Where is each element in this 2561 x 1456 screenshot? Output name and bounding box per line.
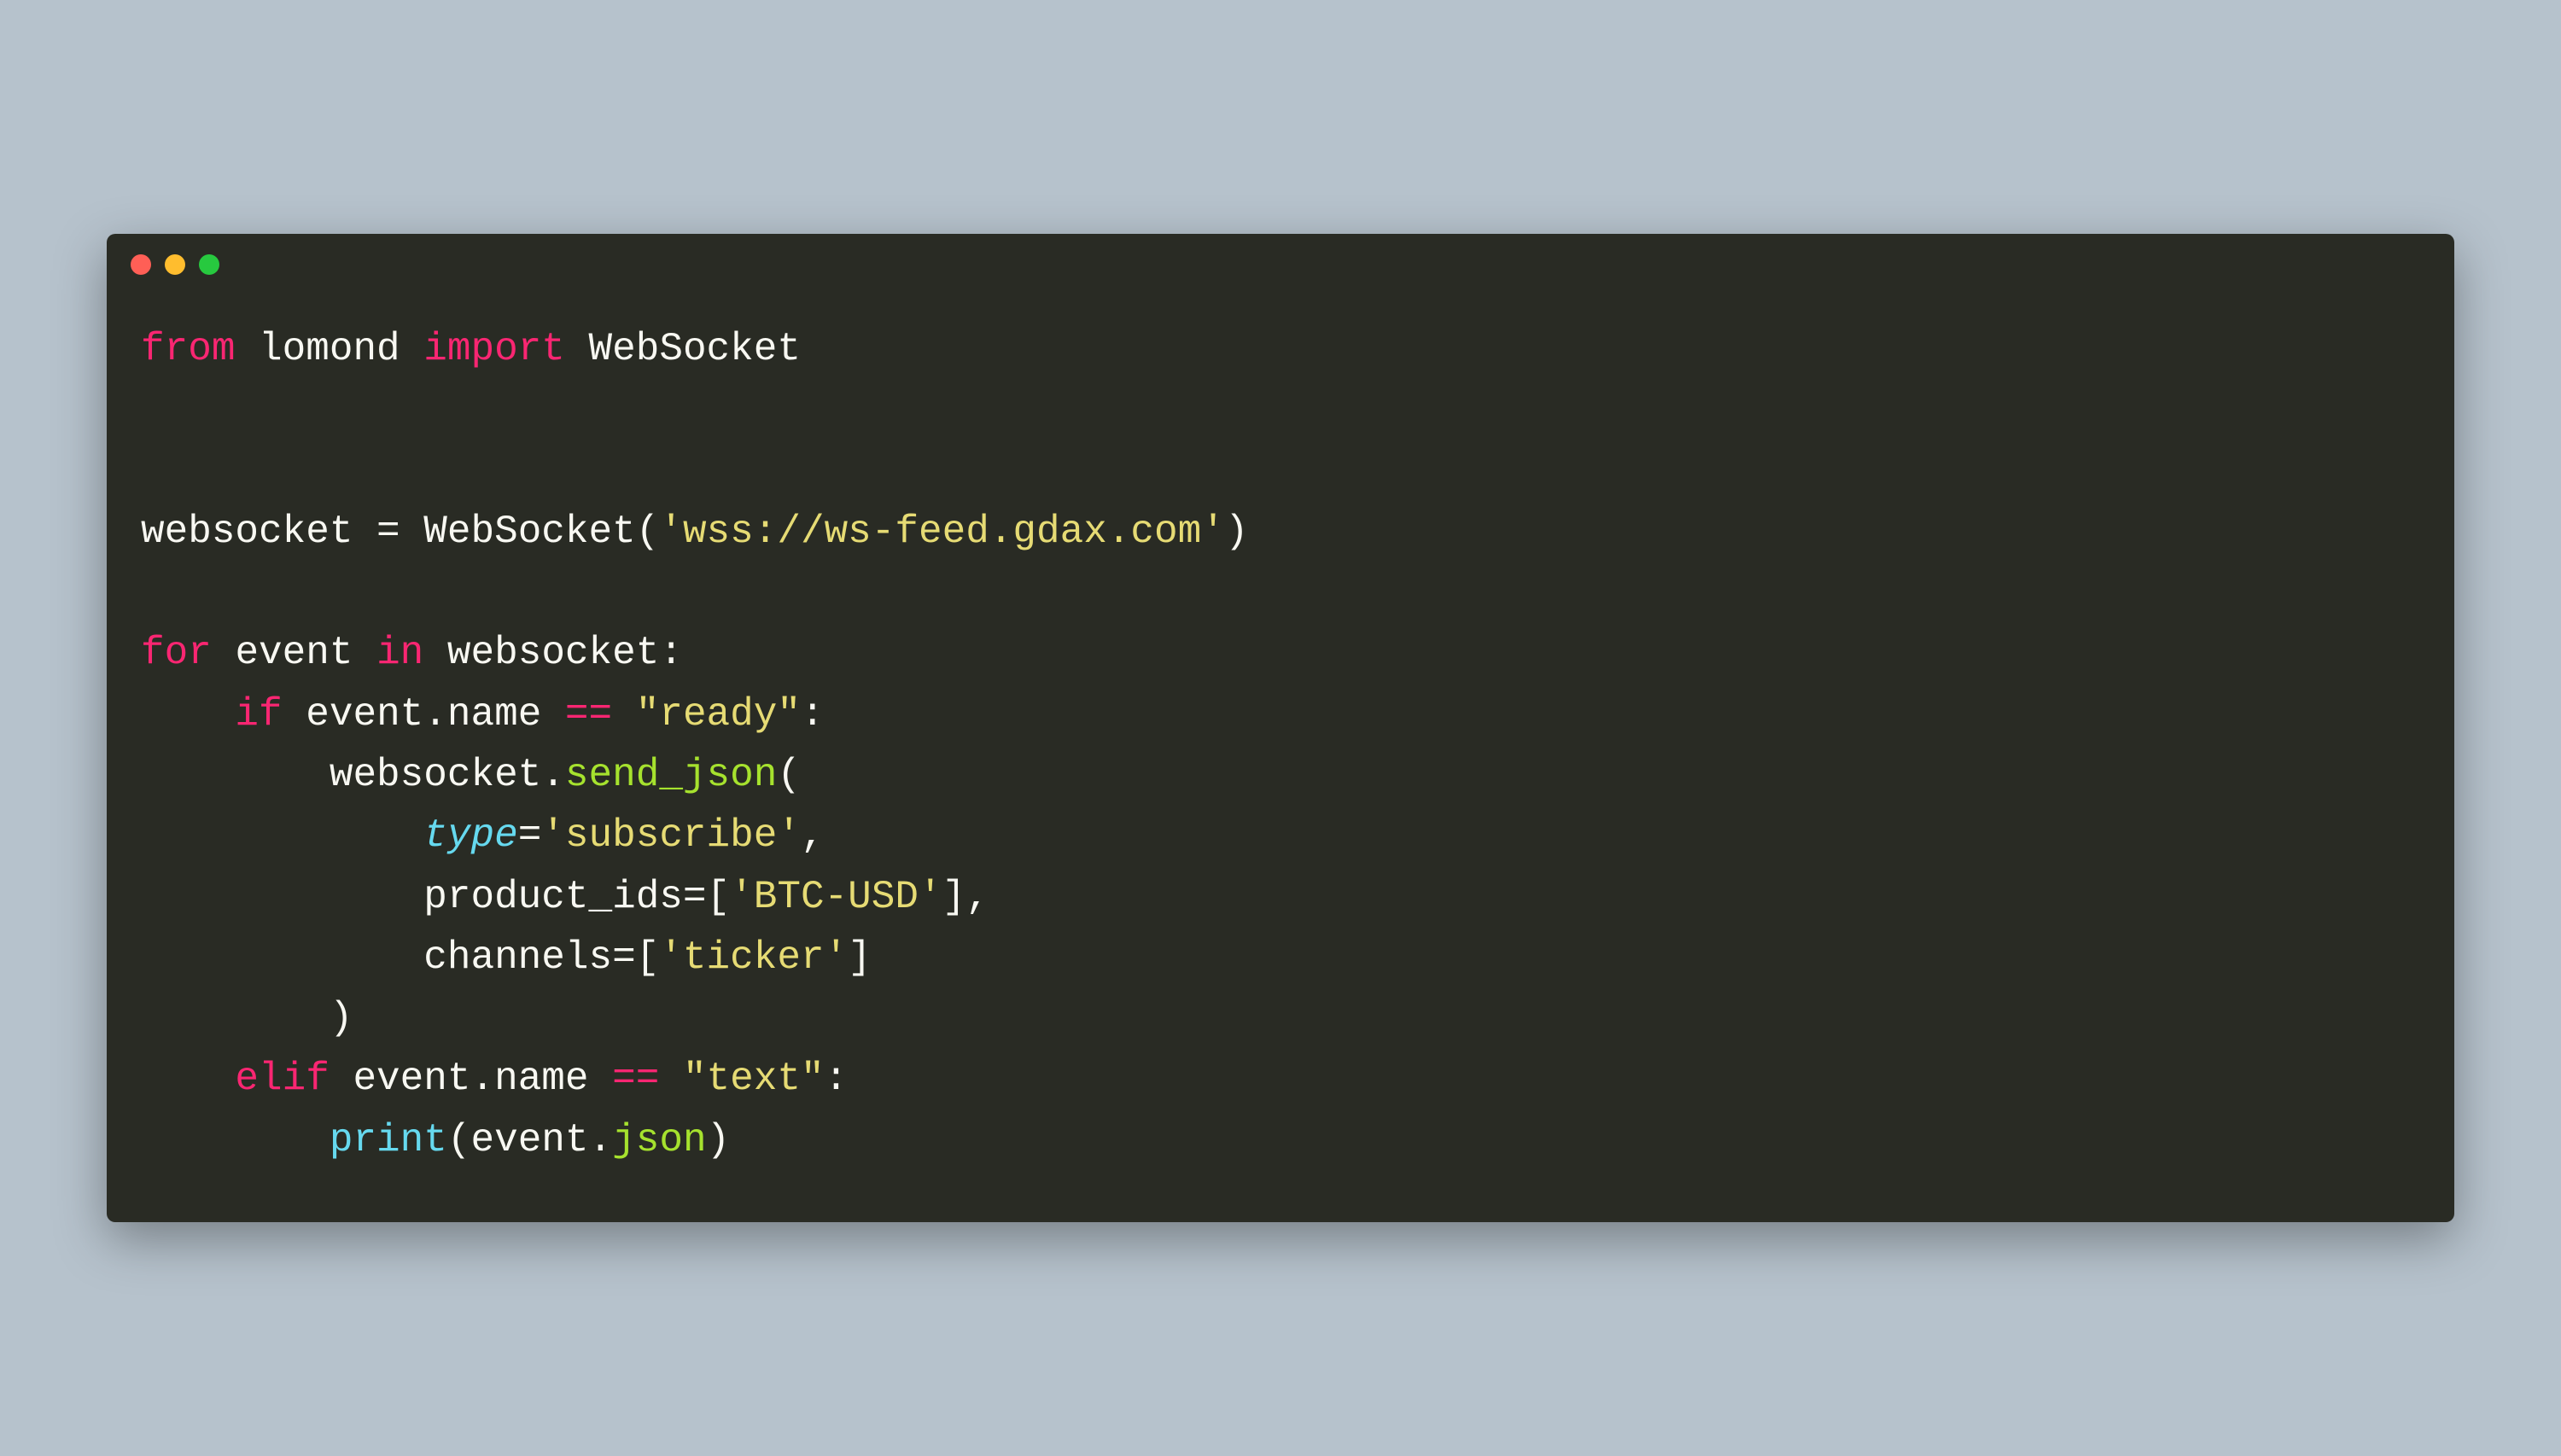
code-line: websocket = WebSocket('wss://ws-feed.gda… — [141, 510, 1248, 554]
code-line: type='subscribe', — [141, 813, 825, 858]
minimize-icon[interactable] — [165, 254, 185, 275]
code-line: from lomond import WebSocket — [141, 327, 801, 371]
code-area: from lomond import WebSocket websocket =… — [107, 285, 2454, 1222]
code-line: print(event.json) — [141, 1118, 730, 1162]
code-line: if event.name == "ready": — [141, 692, 825, 737]
titlebar — [107, 234, 2454, 285]
code-line: product_ids=['BTC-USD'], — [141, 875, 989, 919]
maximize-icon[interactable] — [199, 254, 219, 275]
close-icon[interactable] — [131, 254, 151, 275]
code-line: channels=['ticker'] — [141, 935, 872, 980]
code-line: websocket.send_json( — [141, 753, 801, 797]
code-window: from lomond import WebSocket websocket =… — [107, 234, 2454, 1222]
code-line: for event in websocket: — [141, 631, 683, 675]
code-line: elif event.name == "text": — [141, 1057, 848, 1101]
code-line: ) — [141, 996, 353, 1040]
